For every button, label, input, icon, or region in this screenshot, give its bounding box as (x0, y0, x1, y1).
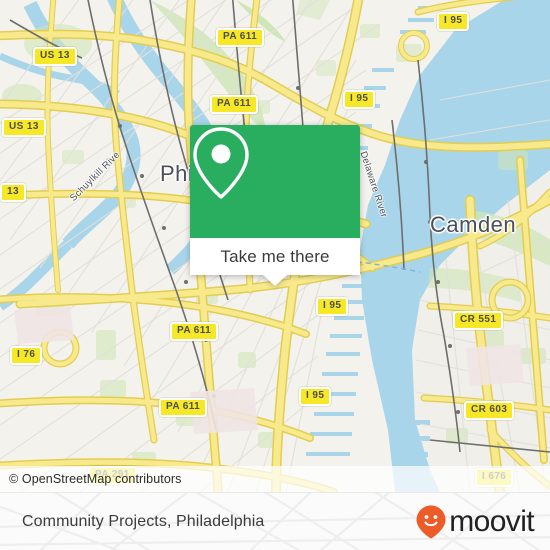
road-shield: PA 611 (216, 28, 265, 47)
road-shield: 13 (0, 183, 26, 202)
moovit-smiley-pin-icon (416, 505, 446, 538)
popup-action[interactable]: Take me there (190, 238, 360, 286)
moovit-brand[interactable]: moovit (415, 504, 535, 540)
map-pin-icon (193, 127, 249, 199)
road-shield: I 95 (437, 12, 470, 31)
take-me-there-label: Take me there (220, 246, 330, 266)
popup-header (190, 125, 360, 238)
city-label: Camden (430, 212, 517, 237)
place-title: Community Projects, Philadelphia (22, 512, 265, 530)
map-canvas[interactable]: I 95 PA 611 US 13 PA 611 I 95 US 13 I 95 CR 551… (0, 0, 550, 492)
road-shield: PA 611 (210, 95, 259, 114)
road-shield: PA 611 (170, 322, 219, 341)
bottom-info-bar: Community Projects, Philadelphia moovit (0, 492, 550, 550)
brand-wordmark: moovit (449, 504, 534, 538)
road-shield: US 13 (2, 118, 46, 137)
road-shield: CR 551 (453, 311, 504, 330)
road-shield: US 13 (33, 47, 77, 66)
road-shield: I 76 (10, 346, 43, 365)
popup-tail (263, 275, 287, 286)
osm-attribution[interactable]: © OpenStreetMap contributors (0, 466, 550, 492)
map-share-card: I 95 PA 611 US 13 PA 611 I 95 US 13 I 95 CR 551… (0, 0, 550, 550)
map-popup[interactable]: Take me there (190, 125, 360, 286)
road-shield: PA 611 (159, 398, 208, 417)
city-label: Phi (160, 161, 194, 186)
road-shield: I 95 (316, 297, 349, 316)
attribution-text: © OpenStreetMap contributors (9, 472, 182, 486)
road-shield: CR 603 (464, 401, 515, 420)
road-shield: I 95 (343, 90, 376, 109)
road-shield: I 95 (299, 387, 332, 406)
